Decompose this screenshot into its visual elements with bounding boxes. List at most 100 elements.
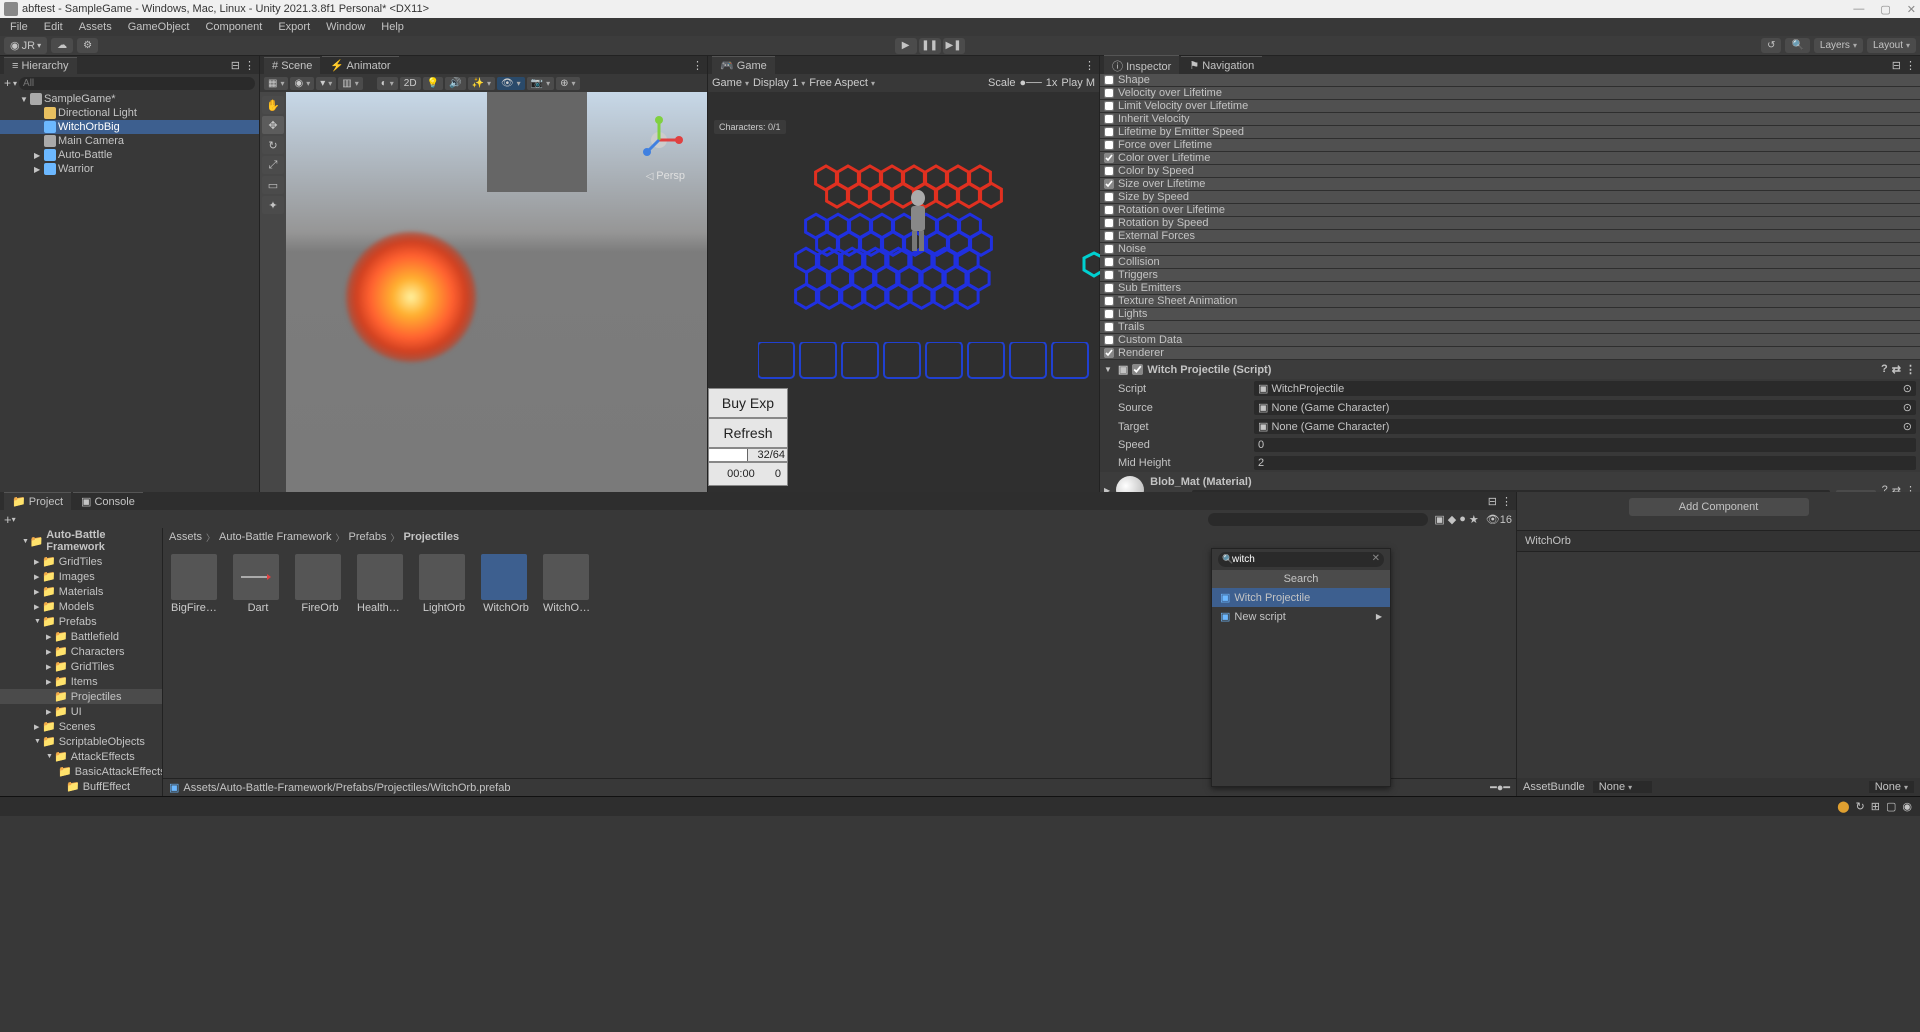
account-dropdown[interactable]: ◉JR▾ [4, 37, 47, 54]
2d-toggle[interactable]: 2D [400, 77, 421, 90]
menu-icon[interactable]: ⋮ [244, 59, 255, 72]
inspector-tab[interactable]: ⓘ Inspector [1104, 55, 1179, 76]
menu-window[interactable]: Window [318, 21, 373, 33]
filter-icon[interactable]: ◆ [1448, 513, 1456, 526]
aspect-dropdown[interactable]: Free Aspect [809, 77, 984, 89]
component-enabled[interactable] [1132, 364, 1143, 375]
project-tab[interactable]: 📁 Project [4, 492, 71, 510]
menu-export[interactable]: Export [270, 21, 318, 33]
fx-toggle[interactable]: ✨ [468, 77, 495, 90]
project-tree-item[interactable]: 📁Projectiles [0, 689, 162, 704]
orientation-gizmo[interactable] [629, 110, 689, 170]
hierarchy-item[interactable]: ▶Warrior [0, 162, 259, 176]
project-tree-item[interactable]: ▼📁AttackEffects [0, 749, 162, 764]
step-button[interactable]: ▶❚ [943, 38, 965, 54]
hierarchy-item[interactable]: WitchOrbBig [0, 120, 259, 134]
breadcrumb-item[interactable]: Projectiles [403, 531, 459, 543]
project-tree-item[interactable]: ▼📁Auto-Battle Framework [0, 528, 162, 554]
scene-viewport[interactable]: ✋ ✥ ↻ ⤢ ▭ ✦ ◁ Persp [260, 92, 707, 492]
shading-mode[interactable]: ◉ [290, 77, 314, 90]
hierarchy-tab[interactable]: ≡ Hierarchy [4, 57, 77, 74]
asset-item[interactable]: FireOrb [295, 554, 345, 614]
layout-dropdown[interactable]: Layout [1867, 38, 1916, 53]
animator-tab[interactable]: ⚡ Animator [322, 56, 398, 74]
minimize-icon[interactable]: — [1853, 3, 1864, 16]
hierarchy-item[interactable]: Main Camera [0, 134, 259, 148]
menu-edit[interactable]: Edit [36, 21, 71, 33]
project-tree-item[interactable]: ▶📁Images [0, 569, 162, 584]
project-tree-item[interactable]: ▶📁Materials [0, 584, 162, 599]
move-tool[interactable]: ✥ [262, 116, 284, 134]
filter-icon[interactable]: ▣ [1434, 513, 1444, 526]
gizmos-dropdown[interactable]: ⊕ [556, 77, 579, 90]
play-maximized[interactable]: Play M [1061, 77, 1095, 89]
add-icon[interactable]: + [4, 512, 12, 527]
menu-help[interactable]: Help [373, 21, 412, 33]
particle-module[interactable]: Rotation by Speed [1100, 217, 1920, 230]
maximize-icon[interactable]: ▢ [1880, 3, 1890, 16]
particle-module[interactable]: Triggers [1100, 269, 1920, 282]
camera-settings[interactable]: 📷 [527, 77, 554, 90]
vcs-icon[interactable]: ▢ [1886, 800, 1896, 813]
menu-icon[interactable]: ⋮ [1905, 363, 1916, 376]
particle-module[interactable]: Rotation over Lifetime [1100, 204, 1920, 217]
asset-item[interactable]: HealthOrb [357, 554, 407, 614]
project-tree-item[interactable]: ▶📁Battlefield [0, 629, 162, 644]
particle-module[interactable]: Inherit Velocity [1100, 113, 1920, 126]
particle-module[interactable]: Renderer [1100, 347, 1920, 360]
project-tree-item[interactable]: ▶📁GridTiles [0, 554, 162, 569]
lock-icon[interactable]: ⊟ [1892, 59, 1901, 72]
component-search-result[interactable]: ▣New script▶ [1212, 607, 1390, 626]
breadcrumb-item[interactable]: Assets [169, 531, 202, 543]
menu-icon[interactable]: ⋮ [1084, 59, 1095, 72]
particle-module[interactable]: Color by Speed [1100, 165, 1920, 178]
refresh-button[interactable]: Refresh [708, 418, 788, 448]
assetbundle-dropdown[interactable]: None [1593, 781, 1652, 793]
particle-module[interactable]: Sub Emitters [1100, 282, 1920, 295]
audio-toggle[interactable]: 🔊 [445, 77, 465, 90]
scale-slider[interactable]: ●── [1020, 77, 1042, 89]
menu-gameobject[interactable]: GameObject [120, 21, 198, 33]
help-icon[interactable]: ? [1881, 363, 1888, 376]
scale-tool[interactable]: ⤢ [262, 156, 284, 174]
console-tab[interactable]: ▣ Console [73, 492, 143, 510]
play-button[interactable]: ▶ [895, 38, 917, 54]
scene-tab[interactable]: # Scene [264, 57, 320, 74]
favorite-icon[interactable]: ★ [1469, 513, 1479, 526]
asset-item[interactable]: LightOrb [419, 554, 469, 614]
project-tree-item[interactable]: 📁OnHitEffects [0, 794, 162, 796]
menu-component[interactable]: Component [197, 21, 270, 33]
view-options[interactable]: ▾ [316, 77, 336, 90]
project-tree-item[interactable]: ▶📁Scenes [0, 719, 162, 734]
clear-search-icon[interactable]: ✕ [1372, 553, 1380, 564]
particle-module[interactable]: Velocity over Lifetime [1100, 87, 1920, 100]
pause-button[interactable]: ❚❚ [919, 38, 941, 54]
filter-icon[interactable]: ● [1459, 513, 1466, 526]
particle-module[interactable]: Trails [1100, 321, 1920, 334]
menu-assets[interactable]: Assets [71, 21, 120, 33]
navigation-tab[interactable]: ⚑ Navigation [1181, 56, 1262, 74]
project-tree-item[interactable]: ▼📁ScriptableObjects [0, 734, 162, 749]
project-tree-item[interactable]: 📁BuffEffect [0, 779, 162, 794]
project-tree-item[interactable]: ▶📁Items [0, 674, 162, 689]
asset-item[interactable]: WitchOrb [481, 554, 531, 614]
particle-module[interactable]: Limit Velocity over Lifetime [1100, 100, 1920, 113]
cloud-button[interactable]: ☁ [51, 38, 73, 53]
rect-tool[interactable]: ▭ [262, 176, 284, 194]
particle-module[interactable]: Custom Data [1100, 334, 1920, 347]
cache-icon[interactable]: ⊞ [1871, 800, 1880, 813]
menu-icon[interactable]: ⋮ [1905, 59, 1916, 72]
game-tab[interactable]: 🎮 Game [712, 56, 775, 74]
layers-dropdown[interactable]: Layers [1814, 38, 1863, 53]
add-component-button[interactable]: Add Component [1629, 498, 1809, 516]
particle-module[interactable]: Size by Speed [1100, 191, 1920, 204]
gizmo-toggle[interactable]: ◐ [377, 77, 398, 90]
project-tree-item[interactable]: 📁BasicAttackEffects [0, 764, 162, 779]
asset-item[interactable]: Dart [233, 554, 283, 614]
lock-icon[interactable]: ⊟ [231, 59, 240, 72]
assetbundle-variant[interactable]: None [1869, 781, 1914, 793]
component-search-input[interactable] [1218, 552, 1384, 567]
project-search[interactable] [1208, 513, 1428, 526]
particle-module[interactable]: Size over Lifetime [1100, 178, 1920, 191]
project-tree-item[interactable]: ▶📁GridTiles [0, 659, 162, 674]
